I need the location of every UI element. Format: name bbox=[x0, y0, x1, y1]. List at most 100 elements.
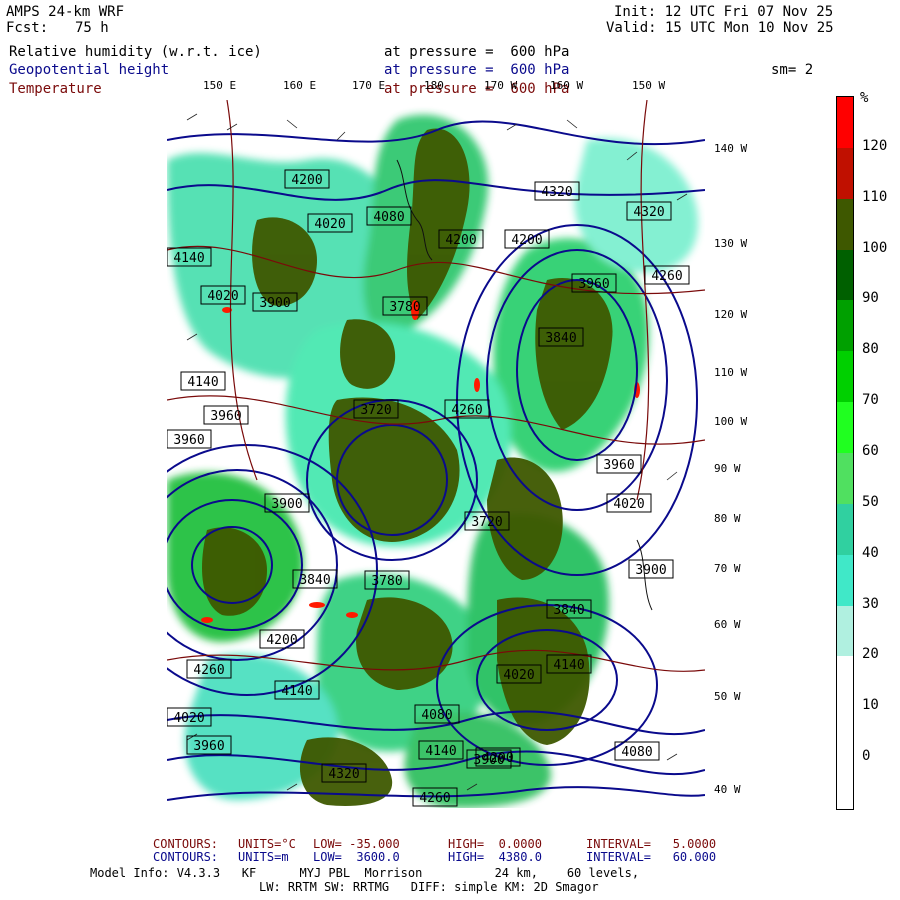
svg-text:4140: 4140 bbox=[425, 744, 456, 759]
height-contour-label: 4200 bbox=[504, 229, 550, 249]
height-contour-label: 3780 bbox=[364, 570, 410, 590]
height-contour-label: 4020 bbox=[307, 213, 353, 233]
footer-height-units: UNITS=m bbox=[238, 850, 289, 864]
lon-label-right: 140 W bbox=[714, 142, 748, 155]
lon-label-right: 80 W bbox=[714, 512, 741, 525]
lon-label-top: 150 W bbox=[632, 79, 666, 92]
svg-text:3720: 3720 bbox=[471, 515, 502, 530]
lon-label-right: 40 W bbox=[714, 783, 741, 796]
height-contour-label: 3960 bbox=[596, 454, 642, 474]
svg-text:4140: 4140 bbox=[173, 251, 204, 266]
field-temp-name: Temperature bbox=[9, 81, 102, 97]
height-contour-label: 4260 bbox=[644, 265, 690, 285]
height-contour-label: 4020 bbox=[200, 285, 246, 305]
height-contour-label: 4140 bbox=[167, 247, 212, 267]
footer-height-low: LOW= 3600.0 bbox=[313, 850, 400, 864]
colorbar-tick-label: 10 bbox=[862, 697, 879, 714]
height-contour-label: 4200 bbox=[438, 229, 484, 249]
lon-label-top: 150 E bbox=[203, 79, 237, 92]
footer-height-high: HIGH= 4380.0 bbox=[448, 850, 542, 864]
colorbar-tick-label: 60 bbox=[862, 443, 879, 459]
colorbar-swatch bbox=[837, 300, 853, 352]
svg-text:4200: 4200 bbox=[291, 173, 322, 188]
height-contour-label: 3960 bbox=[186, 735, 232, 755]
height-contour-label: 3960 bbox=[167, 429, 212, 449]
colorbar-tick-label: 30 bbox=[862, 595, 879, 612]
lon-label-right: 100 W bbox=[714, 415, 748, 428]
colorbar-tick-label: 20 bbox=[862, 646, 879, 663]
colorbar-swatch bbox=[837, 198, 853, 251]
svg-text:3900: 3900 bbox=[259, 296, 290, 311]
svg-text:3960: 3960 bbox=[173, 433, 204, 448]
svg-text:4080: 4080 bbox=[621, 745, 652, 760]
height-contour-label: 4140 bbox=[180, 371, 226, 391]
svg-text:4260: 4260 bbox=[193, 663, 224, 678]
field-temp-level: at pressure = 600 hPa bbox=[384, 81, 570, 97]
field-height-name: Geopotential height bbox=[9, 62, 170, 78]
colorbar-swatch bbox=[837, 503, 853, 556]
colorbar-tick-label: 40 bbox=[862, 544, 879, 561]
svg-text:3840: 3840 bbox=[299, 573, 330, 588]
svg-text:3720: 3720 bbox=[360, 403, 391, 418]
lon-label-right: 90 W bbox=[714, 462, 741, 475]
height-contour-label: 4260 bbox=[412, 787, 458, 807]
lon-label-top: 170 W bbox=[484, 79, 518, 92]
colorbar-tick-label: 0 bbox=[862, 748, 871, 765]
svg-text:4140: 4140 bbox=[553, 658, 584, 673]
lon-label-top: 170 E bbox=[352, 79, 386, 92]
svg-text:4260: 4260 bbox=[451, 403, 482, 418]
height-contour-label: 3900 bbox=[466, 749, 512, 769]
svg-text:3840: 3840 bbox=[553, 603, 584, 618]
svg-text:4080: 4080 bbox=[373, 210, 404, 225]
height-contour-label: 4080 bbox=[414, 704, 460, 724]
height-contour-label: 3900 bbox=[264, 493, 310, 513]
smoothing-label: sm= 2 bbox=[771, 62, 814, 78]
svg-text:3900: 3900 bbox=[473, 753, 504, 768]
colorbar-tick-label: 120 bbox=[862, 137, 888, 154]
svg-text:4140: 4140 bbox=[187, 375, 218, 390]
height-contour-label: 4140 bbox=[418, 740, 464, 760]
svg-text:4320: 4320 bbox=[328, 767, 359, 782]
height-contour-label: 4020 bbox=[606, 493, 652, 513]
svg-text:4020: 4020 bbox=[173, 711, 204, 726]
field-rh-name: Relative humidity (w.r.t. ice) bbox=[9, 44, 262, 60]
height-contour-label: 3840 bbox=[546, 599, 592, 619]
height-contour-label: 3900 bbox=[252, 292, 298, 312]
colorbar-swatch bbox=[837, 249, 853, 301]
height-contour-label: 4080 bbox=[366, 206, 412, 226]
height-contour-label: 3720 bbox=[353, 399, 399, 419]
svg-text:4320: 4320 bbox=[541, 185, 572, 200]
svg-text:3960: 3960 bbox=[193, 739, 224, 754]
height-contour-label: 3780 bbox=[382, 296, 428, 316]
field-height-level: at pressure = 600 hPa bbox=[384, 62, 570, 78]
lon-label-right: 120 W bbox=[714, 308, 748, 321]
lon-label-right: 130 W bbox=[714, 237, 748, 250]
svg-text:4260: 4260 bbox=[419, 791, 450, 806]
footer-height-label: CONTOURS: bbox=[153, 850, 219, 864]
colorbar-unit: % bbox=[860, 90, 869, 106]
colorbar-swatch bbox=[837, 554, 853, 607]
colorbar-tick-label: 90 bbox=[862, 290, 879, 307]
colorbar-tick-label: 50 bbox=[862, 493, 879, 510]
height-contour-label: 4080 bbox=[614, 741, 660, 761]
lon-label-right: 50 W bbox=[714, 690, 741, 703]
svg-text:3780: 3780 bbox=[371, 574, 402, 589]
svg-text:3780: 3780 bbox=[389, 300, 420, 315]
height-contour-label: 4320 bbox=[626, 201, 672, 221]
svg-text:4320: 4320 bbox=[633, 205, 664, 220]
height-contour-label: 3900 bbox=[628, 559, 674, 579]
height-contour-label: 4260 bbox=[186, 659, 232, 679]
height-contour-label: 3840 bbox=[292, 569, 338, 589]
colorbar-swatch bbox=[837, 656, 853, 708]
svg-text:4140: 4140 bbox=[281, 684, 312, 699]
colorbar-swatch bbox=[837, 707, 853, 759]
height-contour-label: 3720 bbox=[464, 511, 510, 531]
lon-label-top: 160 E bbox=[283, 79, 317, 92]
svg-text:4080: 4080 bbox=[421, 708, 452, 723]
colorbar-tick-label: 100 bbox=[862, 239, 888, 256]
colorbar-tick-label: 80 bbox=[862, 341, 879, 358]
svg-text:3840: 3840 bbox=[545, 331, 576, 346]
colorbar bbox=[836, 96, 854, 810]
colorbar-swatch bbox=[837, 402, 853, 454]
height-contour-label: 4020 bbox=[167, 707, 212, 727]
